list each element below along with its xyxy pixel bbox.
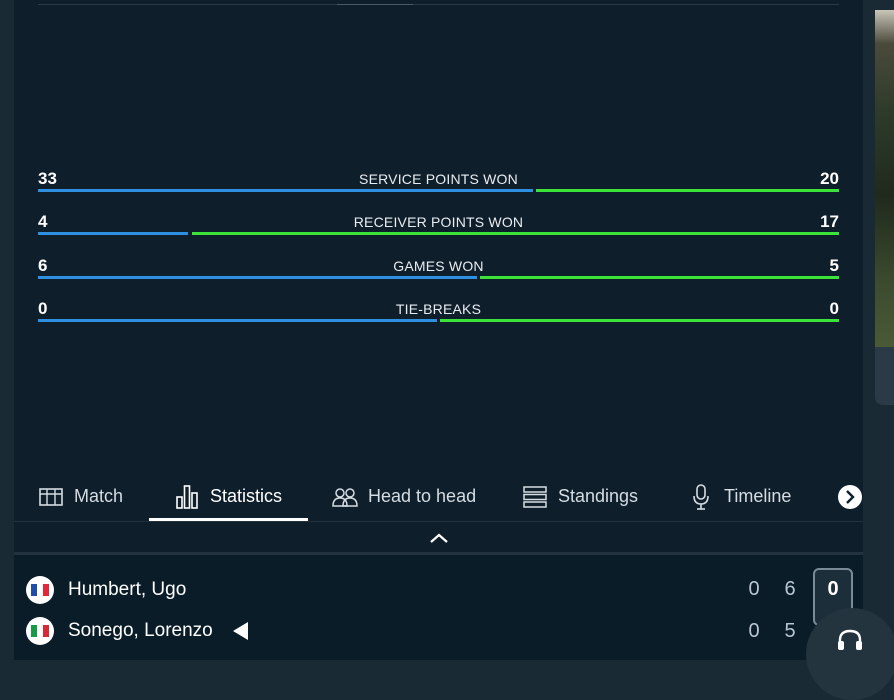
stat-bar-player2 <box>440 319 839 322</box>
tab-label: Standings <box>558 486 639 506</box>
stat-label: RECEIVER POINTS WON <box>353 214 524 230</box>
set-score: 0 <box>748 578 760 600</box>
stat-row-receiver-points: 4 RECEIVER POINTS WON 17 <box>38 212 839 252</box>
scoreboard: Humbert, Ugo Sonego, Lorenzo 0 6 0 5 0 <box>14 555 863 660</box>
tab-label: Statistics <box>210 486 283 506</box>
stat-value-player2: 0 <box>829 299 839 318</box>
player-name: Humbert, Ugo <box>68 579 187 600</box>
stat-row-tie-breaks: 0 TIE-BREAKS 0 <box>38 299 839 339</box>
tab-label: Timeline <box>724 486 792 506</box>
stat-label: TIE-BREAKS <box>395 301 482 317</box>
stat-label: GAMES WON <box>393 258 484 274</box>
people-icon <box>332 484 358 510</box>
set-score: 5 <box>784 620 796 642</box>
bar-chart-icon <box>174 484 200 510</box>
stat-value-player2: 17 <box>820 212 839 231</box>
player-row-1[interactable]: Humbert, Ugo <box>26 573 186 607</box>
set-score: 6 <box>784 578 796 600</box>
tab-head-to-head[interactable]: Head to head <box>332 472 476 521</box>
tab-label: Head to head <box>368 486 477 506</box>
stat-bar-player2 <box>480 276 839 279</box>
italy-flag-icon <box>26 617 54 645</box>
stat-bar-player1 <box>38 319 437 322</box>
player-name: Sonego, Lorenzo <box>68 620 213 641</box>
stat-value-player2: 20 <box>820 169 839 188</box>
tab-label: Match <box>74 486 124 506</box>
support-chat-button[interactable] <box>806 608 894 700</box>
chevron-up-icon <box>429 533 448 543</box>
top-divider-mark <box>337 4 413 5</box>
headset-icon <box>836 628 864 659</box>
tab-timeline[interactable]: Timeline <box>688 472 791 521</box>
tabs-next-button[interactable] <box>838 485 862 509</box>
side-media-footer <box>875 347 894 405</box>
stat-bar-player2 <box>192 232 839 235</box>
stat-row-service-points: 33 SERVICE POINTS WON 20 <box>38 169 839 209</box>
left-border <box>0 0 14 660</box>
tab-standings[interactable]: Standings <box>522 472 638 521</box>
stat-row-games-won: 6 GAMES WON 5 <box>38 256 839 296</box>
stat-bar-player1 <box>38 276 477 279</box>
current-game-score: 0 <box>827 578 839 600</box>
tab-bar: Match Statistics Head to head Standings … <box>14 472 863 521</box>
chevron-right-icon <box>846 490 855 504</box>
stat-bar-player1 <box>38 232 188 235</box>
tab-match[interactable]: Match <box>38 472 123 521</box>
collapse-toggle[interactable] <box>14 522 863 554</box>
top-divider <box>38 4 839 5</box>
serving-indicator-icon <box>232 622 248 640</box>
tab-statistics[interactable]: Statistics <box>174 472 282 521</box>
stat-bar-player2 <box>536 189 839 192</box>
player-row-2[interactable]: Sonego, Lorenzo <box>26 614 248 648</box>
france-flag-icon <box>26 576 54 604</box>
set-score: 0 <box>748 620 760 642</box>
stat-bar-player1 <box>38 189 533 192</box>
side-media-image[interactable] <box>875 10 894 347</box>
list-icon <box>522 484 548 510</box>
stat-value-player2: 5 <box>829 256 839 275</box>
stat-label: SERVICE POINTS WON <box>359 171 518 187</box>
microphone-icon <box>688 483 714 510</box>
table-icon <box>38 484 64 510</box>
